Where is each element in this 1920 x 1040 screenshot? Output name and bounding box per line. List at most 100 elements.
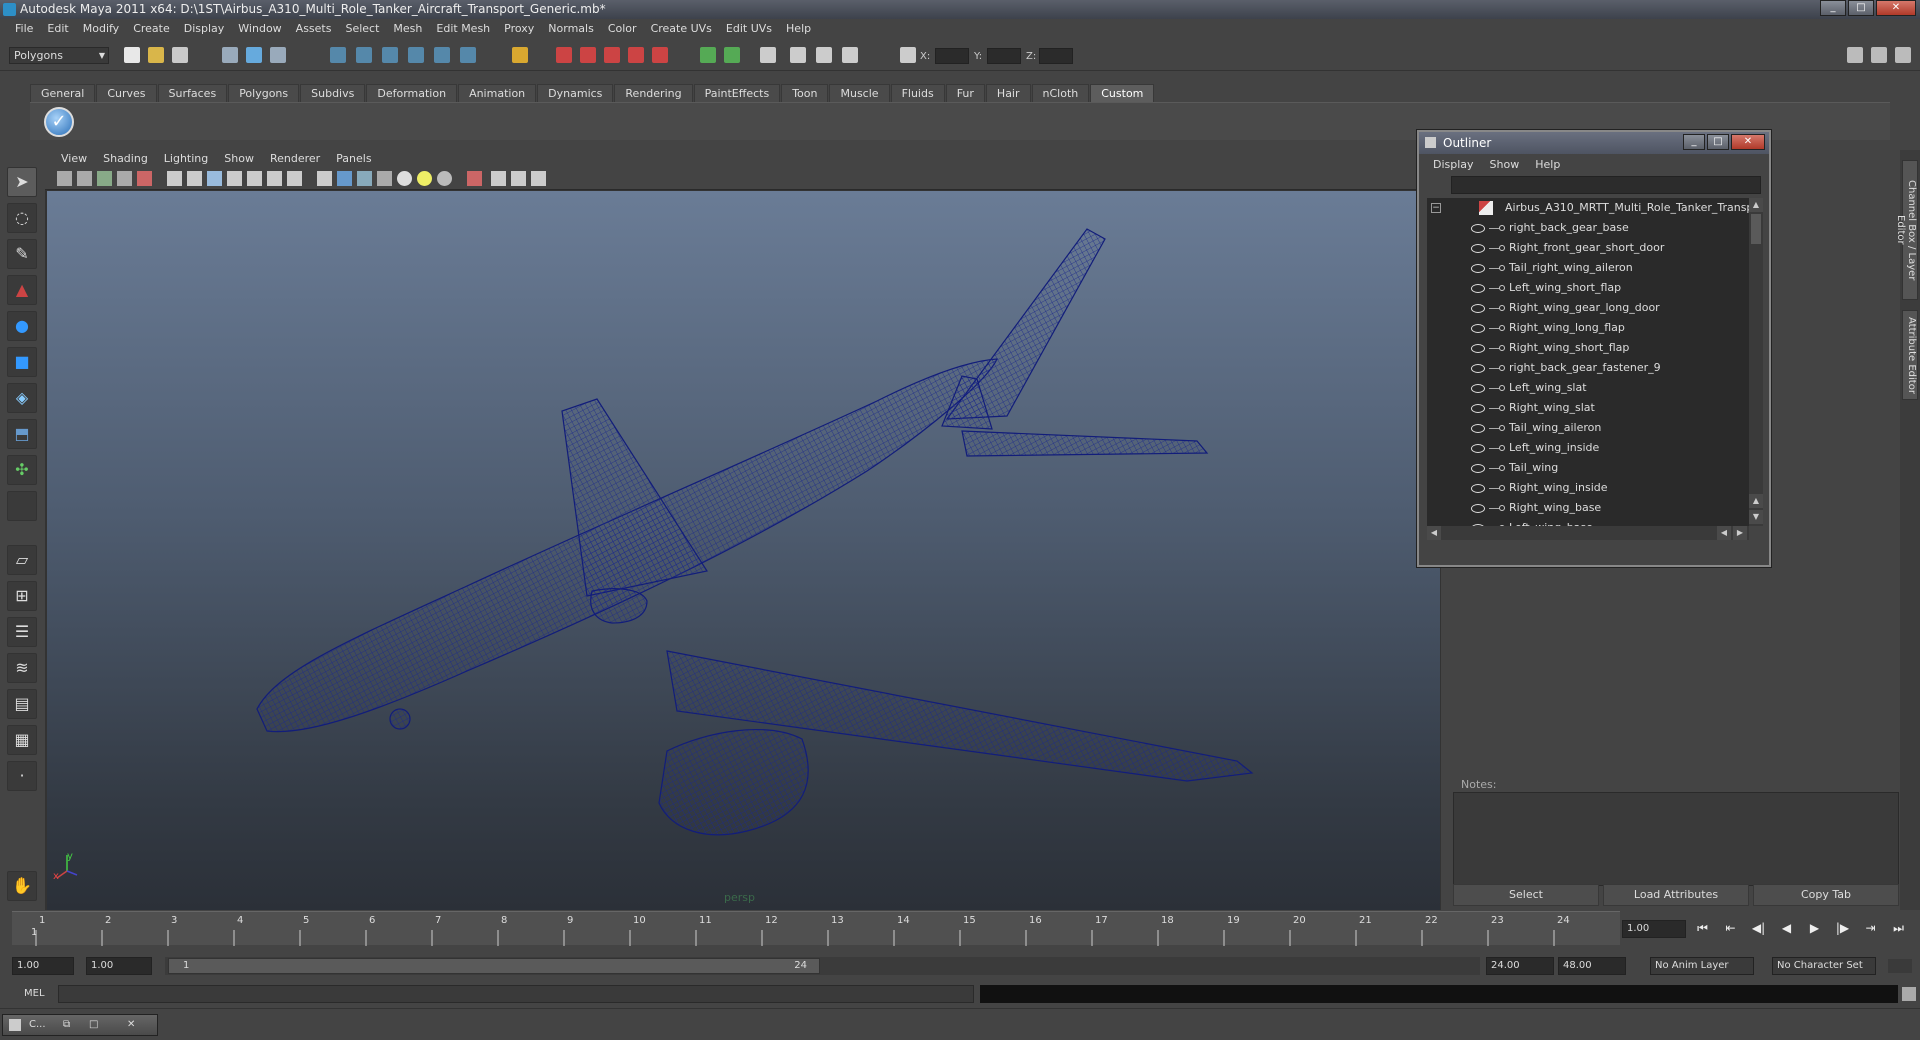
shelf-tab-polygons[interactable]: Polygons bbox=[228, 84, 300, 102]
default-lighting-icon[interactable] bbox=[397, 171, 412, 186]
menu-mesh[interactable]: Mesh bbox=[386, 19, 429, 39]
field-chart-icon[interactable] bbox=[247, 171, 262, 186]
shelf-tab-subdivs[interactable]: Subdivs bbox=[300, 84, 366, 102]
play-forwards-icon[interactable]: ▶ bbox=[1806, 920, 1823, 937]
step-forward-key-icon[interactable]: ⇥ bbox=[1862, 920, 1879, 937]
camera-attributes-icon[interactable] bbox=[77, 171, 92, 186]
hypershade-layout-button[interactable]: ▤ bbox=[7, 689, 37, 719]
step-back-frame-icon[interactable]: ◀| bbox=[1750, 920, 1767, 937]
transform-field-icon[interactable] bbox=[900, 47, 916, 63]
outliner-vertical-scrollbar[interactable]: ▲ ▲ ▼ bbox=[1749, 198, 1763, 526]
go-to-end-icon[interactable]: ⏭ bbox=[1890, 920, 1907, 937]
soft-mod-tool-button[interactable]: ⬒ bbox=[7, 419, 37, 449]
menu-edit-uvs[interactable]: Edit UVs bbox=[719, 19, 779, 39]
current-frame-field[interactable]: 1.00 bbox=[1622, 920, 1686, 938]
outliner-item[interactable]: Right_wing_gear_long_door bbox=[1427, 298, 1749, 318]
close-icon[interactable]: ✕ bbox=[127, 1015, 135, 1035]
paint-select-tool-button[interactable]: ✎ bbox=[7, 239, 37, 269]
high-quality-icon[interactable] bbox=[531, 171, 546, 186]
camera-select-icon[interactable] bbox=[57, 171, 72, 186]
menu-assets[interactable]: Assets bbox=[289, 19, 339, 39]
viewport-menu-renderer[interactable]: Renderer bbox=[262, 150, 328, 168]
menu-proxy[interactable]: Proxy bbox=[497, 19, 541, 39]
close-button[interactable]: ✕ bbox=[1876, 0, 1916, 16]
outliner-item[interactable]: Left_wing_short_flap bbox=[1427, 278, 1749, 298]
character-set-dropdown[interactable]: No Character Set bbox=[1772, 957, 1876, 975]
safe-title-icon[interactable] bbox=[287, 171, 302, 186]
scroll-left-icon[interactable]: ◀ bbox=[1717, 526, 1731, 540]
shelf-tab-painteffects[interactable]: PaintEffects bbox=[693, 84, 781, 102]
load-attributes-button[interactable]: Load Attributes bbox=[1603, 884, 1749, 906]
shelf-tab-muscle[interactable]: Muscle bbox=[829, 84, 890, 102]
move-tool-button[interactable]: ▲ bbox=[7, 275, 37, 305]
film-gate-icon[interactable] bbox=[187, 171, 202, 186]
render-settings-icon[interactable] bbox=[652, 47, 668, 63]
isolate-select-icon[interactable] bbox=[467, 171, 482, 186]
shelf-tab-fluids[interactable]: Fluids bbox=[890, 84, 945, 102]
construction-history-icon[interactable] bbox=[580, 47, 596, 63]
outliner-filter-input[interactable] bbox=[1451, 176, 1761, 194]
layout-options-button[interactable]: · bbox=[7, 761, 37, 791]
menu-color[interactable]: Color bbox=[601, 19, 644, 39]
menu-display[interactable]: Display bbox=[177, 19, 232, 39]
open-scene-icon[interactable] bbox=[148, 47, 164, 63]
textured-icon[interactable] bbox=[377, 171, 392, 186]
outliner-item[interactable]: Right_wing_short_flap bbox=[1427, 338, 1749, 358]
menu-edit-mesh[interactable]: Edit Mesh bbox=[429, 19, 497, 39]
shelf-tab-dynamics[interactable]: Dynamics bbox=[537, 84, 614, 102]
snap-point-icon[interactable] bbox=[382, 47, 398, 63]
perspective-viewport[interactable]: x y persp bbox=[47, 191, 1440, 910]
outliner-item[interactable]: Right_wing_long_flap bbox=[1427, 318, 1749, 338]
script-editor-icon[interactable] bbox=[1902, 987, 1916, 1001]
select-hierarchy-icon[interactable] bbox=[222, 47, 238, 63]
viewport-menu-show[interactable]: Show bbox=[216, 150, 262, 168]
hotbox-toggle-button[interactable]: ✋ bbox=[7, 871, 37, 901]
shelf-tab-rendering[interactable]: Rendering bbox=[614, 84, 693, 102]
auto-key-icon[interactable] bbox=[1888, 959, 1912, 973]
snap-surface-icon[interactable] bbox=[460, 47, 476, 63]
scale-tool-button[interactable]: ■ bbox=[7, 347, 37, 377]
single-perspective-layout-button[interactable]: ▱ bbox=[7, 545, 37, 575]
select-component-icon[interactable] bbox=[270, 47, 286, 63]
scroll-down-icon[interactable]: ▼ bbox=[1749, 510, 1763, 524]
ipr-render-icon[interactable] bbox=[628, 47, 644, 63]
show-manipulator-button[interactable]: ✣ bbox=[7, 455, 37, 485]
viewport-menu-view[interactable]: View bbox=[53, 150, 95, 168]
maximize-button[interactable]: □ bbox=[1848, 0, 1874, 16]
go-to-start-icon[interactable]: ⏮ bbox=[1694, 920, 1711, 937]
attribute-editor-icon[interactable] bbox=[842, 47, 858, 63]
outliner-maximize-button[interactable]: □ bbox=[1707, 134, 1729, 150]
outliner-menu-help[interactable]: Help bbox=[1527, 156, 1568, 174]
shelf-tab-fur[interactable]: Fur bbox=[945, 84, 985, 102]
menu-normals[interactable]: Normals bbox=[541, 19, 601, 39]
menu-file[interactable]: File bbox=[8, 19, 40, 39]
shelf-tab-toon[interactable]: Toon bbox=[781, 84, 829, 102]
lock-icon[interactable] bbox=[512, 47, 528, 63]
step-back-key-icon[interactable]: ⇤ bbox=[1722, 920, 1739, 937]
command-input[interactable] bbox=[58, 985, 974, 1003]
outliner-close-button[interactable]: ✕ bbox=[1731, 134, 1765, 150]
make-live-icon[interactable] bbox=[434, 47, 450, 63]
outliner-item[interactable]: Left_wing_base bbox=[1427, 518, 1749, 526]
shelf-tab-hair[interactable]: Hair bbox=[985, 84, 1031, 102]
outliner-item[interactable]: Right_front_gear_short_door bbox=[1427, 238, 1749, 258]
playback-start-field[interactable]: 1.00 bbox=[86, 957, 152, 975]
wireframe-icon[interactable] bbox=[317, 171, 332, 186]
menu-select[interactable]: Select bbox=[338, 19, 386, 39]
snap-view-plane-icon[interactable] bbox=[408, 47, 424, 63]
menu-help[interactable]: Help bbox=[779, 19, 818, 39]
outliner-menu-show[interactable]: Show bbox=[1482, 156, 1528, 174]
scroll-up-icon[interactable]: ▲ bbox=[1749, 198, 1763, 212]
shelf-tab-animation[interactable]: Animation bbox=[458, 84, 537, 102]
last-tool-button[interactable] bbox=[7, 491, 37, 521]
step-forward-frame-icon[interactable]: |▶ bbox=[1834, 920, 1851, 937]
gate-mask-icon[interactable] bbox=[227, 171, 242, 186]
rotate-tool-button[interactable]: ● bbox=[7, 311, 37, 341]
menu-create-uvs[interactable]: Create UVs bbox=[644, 19, 719, 39]
x-field[interactable] bbox=[935, 48, 969, 64]
notes-field[interactable] bbox=[1453, 792, 1899, 886]
safe-action-icon[interactable] bbox=[267, 171, 282, 186]
script-language-label[interactable]: MEL bbox=[24, 988, 45, 999]
restore-icon[interactable]: ⧉ bbox=[63, 1015, 70, 1035]
save-scene-icon[interactable] bbox=[172, 47, 188, 63]
